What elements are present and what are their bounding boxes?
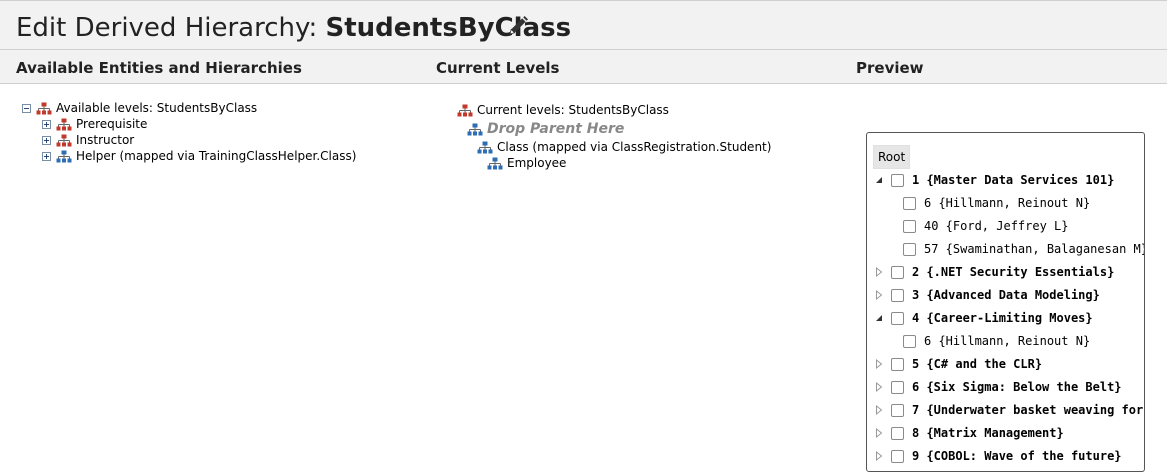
preview-row[interactable]: 5 {C# and the CLR} [873,354,1042,374]
available-item-label: Prerequisite [76,117,148,131]
preview-row-label: 6 {Hillmann, Reinout N} [924,196,1091,210]
preview-panel: Root 1 {Master Data Services 101} 6 {Hil… [866,132,1145,472]
preview-row-label: 8 {Matrix Management} [912,426,1064,440]
preview-row[interactable]: 6 {Six Sigma: Below the Belt} [873,377,1122,397]
preview-row[interactable]: 2 {.NET Security Essentials} [873,262,1114,282]
hierarchy-name: StudentsByClass [325,13,572,43]
available-column-header: Available Entities and Hierarchies [16,59,302,77]
current-level-employee[interactable]: Employee [487,155,566,171]
expanded-triangle-icon[interactable] [873,174,885,186]
row-checkbox[interactable] [903,334,916,348]
hierarchy-red-icon [457,104,473,117]
title-bar: Edit Derived Hierarchy: StudentsByClass [0,0,1167,50]
preview-column-header: Preview [856,59,924,77]
preview-row-label: 5 {C# and the CLR} [912,357,1043,371]
current-level-label: Class (mapped via ClassRegistration.Stud… [497,140,772,154]
preview-row-label: 6 {Six Sigma: Below the Belt} [912,380,1122,394]
row-checkbox[interactable] [891,357,904,371]
collapsed-triangle-icon[interactable] [873,450,885,462]
preview-row-label: 40 {Ford, Jeffrey L} [924,219,1069,233]
available-item-helper[interactable]: Helper (mapped via TrainingClassHelper.C… [42,148,356,164]
hierarchy-red-icon [56,118,72,131]
current-level-label: Employee [507,156,567,170]
row-checkbox[interactable] [903,196,916,210]
current-root-label: Current levels: StudentsByClass [477,103,669,117]
preview-row[interactable]: 57 {Swaminathan, Balaganesan M} [903,239,1145,259]
collapsed-triangle-icon[interactable] [873,427,885,439]
hierarchy-red-icon [56,134,72,147]
preview-row[interactable]: 1 {Master Data Services 101} [873,170,1114,190]
row-checkbox[interactable] [903,242,916,256]
collapse-icon[interactable] [22,103,31,113]
preview-row-label: 6 {Hillmann, Reinout N} [924,334,1091,348]
root-button[interactable]: Root [873,145,911,169]
available-item-label: Instructor [76,133,135,147]
available-item-label: Helper (mapped via TrainingClassHelper.C… [76,149,357,163]
available-root: Available levels: StudentsByClass [22,100,257,116]
drop-parent-label: Drop Parent Here [487,121,625,137]
drop-parent-target[interactable]: Drop Parent Here [467,120,624,138]
preview-row[interactable]: 4 {Career-Limiting Moves} [873,308,1093,328]
hierarchy-blue-icon [487,157,503,170]
expand-icon[interactable] [42,119,51,129]
row-checkbox[interactable] [891,426,904,440]
page-title: Edit Derived Hierarchy: StudentsByClass [16,13,571,43]
preview-row[interactable]: 6 {Hillmann, Reinout N} [903,331,1090,351]
current-root: Current levels: StudentsByClass [457,102,669,118]
hierarchy-blue-icon [56,150,72,163]
preview-row[interactable]: 40 {Ford, Jeffrey L} [903,216,1069,236]
collapsed-triangle-icon[interactable] [873,358,885,370]
available-root-label: Available levels: StudentsByClass [56,101,258,115]
preview-row-label: 1 {Master Data Services 101} [912,173,1115,187]
column-headers: Available Entities and Hierarchies Curre… [0,50,1167,84]
preview-row-label: 3 {Advanced Data Modeling} [912,288,1100,302]
available-item-instructor[interactable]: Instructor [42,132,134,148]
hierarchy-blue-icon [477,141,493,154]
preview-row-label: 57 {Swaminathan, Balaganesan M} [924,242,1145,256]
preview-row-label: 2 {.NET Security Essentials} [912,265,1115,279]
hierarchy-blue-icon [467,123,483,136]
preview-row-label: 4 {Career-Limiting Moves} [912,311,1093,325]
collapsed-triangle-icon[interactable] [873,266,885,278]
expand-icon[interactable] [42,135,51,145]
row-checkbox[interactable] [891,380,904,394]
collapsed-triangle-icon[interactable] [873,404,885,416]
row-checkbox[interactable] [891,403,904,417]
row-checkbox[interactable] [891,265,904,279]
row-checkbox[interactable] [903,219,916,233]
available-item-prerequisite[interactable]: Prerequisite [42,116,147,132]
collapsed-triangle-icon[interactable] [873,381,885,393]
preview-row-label: 9 {COBOL: Wave of the future} [912,449,1122,463]
row-checkbox[interactable] [891,311,904,325]
current-level-class[interactable]: Class (mapped via ClassRegistration.Stud… [477,139,771,155]
hierarchy-red-icon [36,102,52,115]
row-checkbox[interactable] [891,288,904,302]
edit-pencil-icon[interactable] [506,14,530,38]
title-prefix: Edit Derived Hierarchy: [16,13,326,43]
preview-row[interactable]: 3 {Advanced Data Modeling} [873,285,1100,305]
preview-row[interactable]: 7 {Underwater basket weaving for fu [873,400,1145,420]
row-checkbox[interactable] [891,449,904,463]
preview-row[interactable]: 8 {Matrix Management} [873,423,1064,443]
preview-row[interactable]: 6 {Hillmann, Reinout N} [903,193,1090,213]
expand-icon[interactable] [42,151,51,161]
row-checkbox[interactable] [891,173,904,187]
collapsed-triangle-icon[interactable] [873,289,885,301]
current-column-header: Current Levels [436,59,560,77]
preview-row[interactable]: 9 {COBOL: Wave of the future} [873,446,1122,466]
expanded-triangle-icon[interactable] [873,312,885,324]
preview-row-label: 7 {Underwater basket weaving for fu [912,403,1145,417]
